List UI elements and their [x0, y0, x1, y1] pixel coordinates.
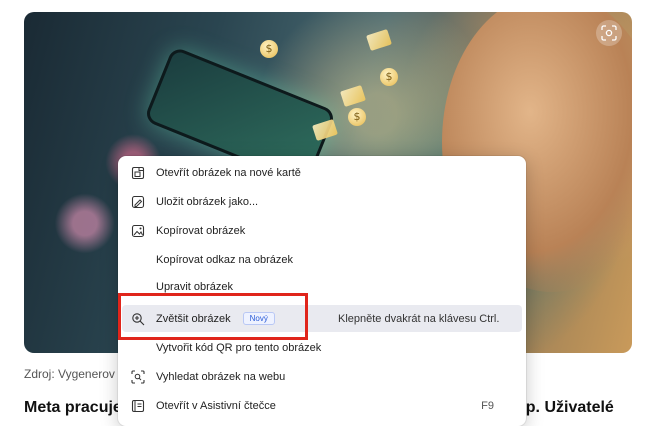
menu-item-shortcut: F9: [481, 399, 494, 412]
visual-search-button[interactable]: [596, 20, 622, 46]
banknote-graphic: [366, 28, 392, 52]
open-in-new-tab-icon: [130, 165, 146, 181]
menu-item-label: Kopírovat odkaz na obrázek: [156, 253, 293, 266]
menu-item-label: Vyhledat obrázek na webu: [156, 370, 286, 383]
coin-graphic: $: [348, 108, 366, 126]
menu-item-copy-image-link[interactable]: Kopírovat odkaz na obrázek: [122, 246, 522, 273]
coin-graphic: $: [380, 68, 398, 86]
menu-item-label: Upravit obrázek: [156, 281, 234, 293]
menu-item-save-image-as[interactable]: Uložit obrázek jako...: [122, 188, 522, 215]
menu-item-search-image-web[interactable]: Vyhledat obrázek na webu: [122, 363, 522, 390]
immersive-reader-icon: [130, 398, 146, 414]
visual-search-icon: [130, 369, 146, 385]
menu-item-label: Otevřít obrázek na nové kartě: [156, 166, 301, 179]
annotation-highlight-box: [118, 293, 308, 340]
menu-item-copy-image[interactable]: Kopírovat obrázek: [122, 217, 522, 244]
banknote-graphic: [340, 84, 366, 108]
menu-item-open-immersive-reader[interactable]: Otevřít v Asistivní čtečce F9: [122, 392, 522, 419]
save-image-icon: [130, 194, 146, 210]
menu-item-label: Otevřít v Asistivní čtečce: [156, 399, 276, 412]
article-headline-tail[interactable]: op. Uživatelé: [516, 399, 614, 417]
shortcut-hint: Klepněte dvakrát na klávesu Ctrl.: [338, 312, 500, 325]
menu-item-open-image-new-tab[interactable]: Otevřít obrázek na nové kartě: [122, 159, 522, 186]
visual-search-icon: [601, 25, 617, 41]
copy-image-icon: [130, 223, 146, 239]
context-menu: Otevřít obrázek na nové kartě Uložit obr…: [118, 156, 526, 426]
coin-graphic: $: [260, 40, 278, 58]
menu-item-label: Vytvořit kód QR pro tento obrázek: [156, 341, 322, 354]
menu-item-label: Kopírovat obrázek: [156, 224, 246, 237]
menu-item-label: Uložit obrázek jako...: [156, 195, 259, 208]
image-source-caption: Zdroj: Vygenerov: [24, 367, 115, 381]
menu-item-edit-image[interactable]: Upravit obrázek: [122, 275, 522, 293]
